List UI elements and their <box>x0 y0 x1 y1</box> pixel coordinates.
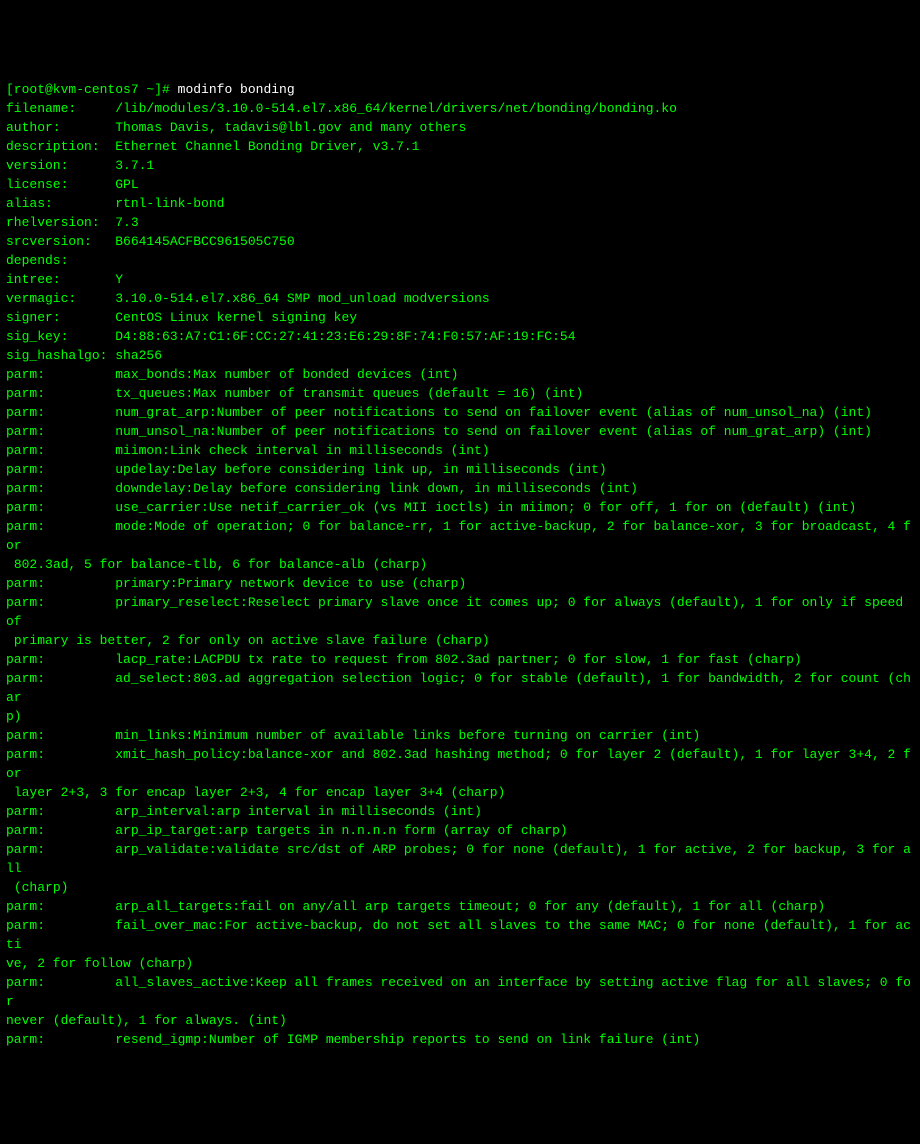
modinfo-parm-row: parm: min_links:Minimum number of availa… <box>6 728 700 743</box>
modinfo-field-row: description: Ethernet Channel Bonding Dr… <box>6 139 419 154</box>
terminal-output[interactable]: [root@kvm-centos7 ~]# modinfo bonding fi… <box>6 80 914 1049</box>
modinfo-parm-row: parm: downdelay:Delay before considering… <box>6 481 638 496</box>
modinfo-parm-row: parm: arp_ip_target:arp targets in n.n.n… <box>6 823 568 838</box>
modinfo-field-row: sig_hashalgo: sha256 <box>6 348 162 363</box>
modinfo-field-row: signer: CentOS Linux kernel signing key <box>6 310 357 325</box>
modinfo-parm-row: parm: use_carrier:Use netif_carrier_ok (… <box>6 500 856 515</box>
modinfo-parm-row: parm: mode:Mode of operation; 0 for bala… <box>6 519 911 553</box>
modinfo-field-row: author: Thomas Davis, tadavis@lbl.gov an… <box>6 120 466 135</box>
modinfo-parm-row: parm: max_bonds:Max number of bonded dev… <box>6 367 458 382</box>
modinfo-parm-row: layer 2+3, 3 for encap layer 2+3, 4 for … <box>6 785 505 800</box>
modinfo-parm-row: parm: resend_igmp:Number of IGMP members… <box>6 1032 700 1047</box>
modinfo-parm-row: p) <box>6 709 22 724</box>
modinfo-parm-row: parm: lacp_rate:LACPDU tx rate to reques… <box>6 652 802 667</box>
modinfo-parm-row: parm: updelay:Delay before considering l… <box>6 462 607 477</box>
modinfo-field-row: license: GPL <box>6 177 139 192</box>
modinfo-field-row: rhelversion: 7.3 <box>6 215 139 230</box>
modinfo-parm-row: parm: num_grat_arp:Number of peer notifi… <box>6 405 872 420</box>
modinfo-parm-row: parm: primary:Primary network device to … <box>6 576 466 591</box>
modinfo-parm-row: parm: fail_over_mac:For active-backup, d… <box>6 918 911 952</box>
modinfo-parm-row: ve, 2 for follow (charp) <box>6 956 193 971</box>
modinfo-parm-row: parm: all_slaves_active:Keep all frames … <box>6 975 911 1009</box>
modinfo-parm-row: never (default), 1 for always. (int) <box>6 1013 287 1028</box>
shell-prompt: [root@kvm-centos7 ~]# <box>6 82 178 97</box>
modinfo-field-row: intree: Y <box>6 272 123 287</box>
modinfo-parm-row: parm: primary_reselect:Reselect primary … <box>6 595 911 629</box>
modinfo-field-row: alias: rtnl-link-bond <box>6 196 224 211</box>
modinfo-parm-row: parm: arp_interval:arp interval in milli… <box>6 804 482 819</box>
modinfo-parm-row: parm: num_unsol_na:Number of peer notifi… <box>6 424 872 439</box>
modinfo-parm-row: parm: miimon:Link check interval in mill… <box>6 443 490 458</box>
modinfo-field-row: srcversion: B664145ACFBCC961505C750 <box>6 234 295 249</box>
modinfo-parm-row: parm: arp_all_targets:fail on any/all ar… <box>6 899 825 914</box>
modinfo-field-row: sig_key: D4:88:63:A7:C1:6F:CC:27:41:23:E… <box>6 329 576 344</box>
modinfo-parm-row: parm: ad_select:803.ad aggregation selec… <box>6 671 911 705</box>
modinfo-field-row: depends: <box>6 253 115 268</box>
command-text: modinfo bonding <box>178 82 295 97</box>
modinfo-parm-row: parm: tx_queues:Max number of transmit q… <box>6 386 583 401</box>
modinfo-field-row: filename: /lib/modules/3.10.0-514.el7.x8… <box>6 101 677 116</box>
modinfo-field-row: version: 3.7.1 <box>6 158 154 173</box>
modinfo-parm-row: 802.3ad, 5 for balance-tlb, 6 for balanc… <box>6 557 427 572</box>
modinfo-parm-row: primary is better, 2 for only on active … <box>6 633 490 648</box>
modinfo-field-row: vermagic: 3.10.0-514.el7.x86_64 SMP mod_… <box>6 291 490 306</box>
modinfo-parm-row: parm: xmit_hash_policy:balance-xor and 8… <box>6 747 911 781</box>
modinfo-parm-row: (charp) <box>6 880 68 895</box>
modinfo-parm-row: parm: arp_validate:validate src/dst of A… <box>6 842 911 876</box>
